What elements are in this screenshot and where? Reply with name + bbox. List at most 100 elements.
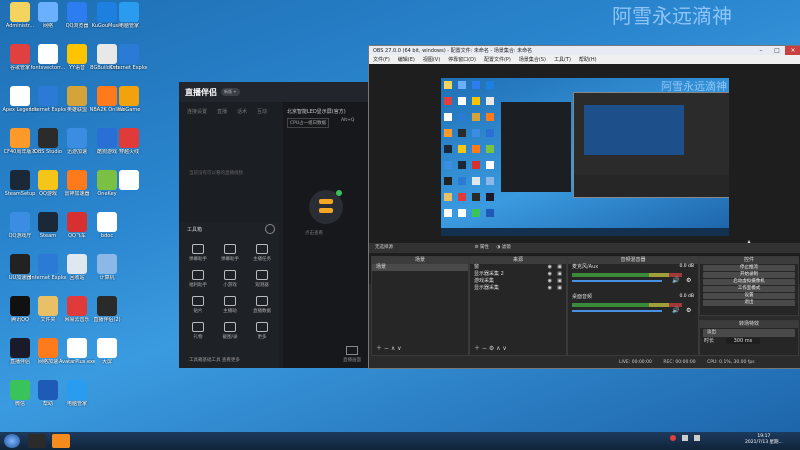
control-button[interactable]: 退出 <box>703 300 795 306</box>
menu-item[interactable]: 视图(V) <box>423 56 440 63</box>
assist-version-badge[interactable]: 新版 + <box>221 88 240 96</box>
settings-icon[interactable] <box>265 224 275 234</box>
lock-icon[interactable]: ▣ <box>557 271 562 278</box>
captured-icon <box>444 193 452 201</box>
desktop-icon[interactable]: 大屏 <box>89 338 125 365</box>
control-button[interactable]: 设置 <box>703 293 795 299</box>
control-button[interactable]: 开始录制 <box>703 272 795 278</box>
assist-tab[interactable]: 话术 <box>237 108 247 115</box>
app-icon <box>38 128 58 148</box>
eye-icon[interactable]: ◉ <box>548 278 552 285</box>
toolbox-item[interactable]: 弹幕助手 <box>183 244 213 262</box>
menu-item[interactable]: 场景集合(S) <box>519 56 546 63</box>
eye-icon[interactable]: ◉ <box>548 264 552 271</box>
start-live-graphic[interactable] <box>309 190 343 224</box>
captured-icon <box>444 161 452 169</box>
duration-input[interactable]: 300 ms <box>725 338 761 344</box>
speaker-icon[interactable]: 🔊 <box>672 307 679 314</box>
eye-icon[interactable]: ◉ <box>548 271 552 278</box>
sources-dock: 来源 窗 ◉ ▣ 显示器采集 2 ◉ ▣ 游戏采集 ◉ ▣ 显示器采集 ◉ ▣ ＋ − ⚙ ∧ ∨ <box>469 256 567 356</box>
source-item[interactable]: 显示器采集 2 ◉ ▣ <box>470 271 566 278</box>
volume-slider[interactable] <box>572 310 662 312</box>
filters-button[interactable]: ◑ 滤镜 <box>496 245 510 250</box>
menu-item[interactable]: 编辑(E) <box>398 56 415 63</box>
menu-item[interactable]: 配置文件(P) <box>484 56 511 63</box>
start-button[interactable] <box>4 434 20 448</box>
toolbox-item[interactable]: 福利助手 <box>183 270 213 288</box>
assist-tab[interactable]: 互动 <box>257 108 267 115</box>
toolbox-item[interactable]: 小游戏 <box>215 270 245 288</box>
captured-icon <box>472 97 480 105</box>
assist-tab[interactable]: 直播 <box>217 108 227 115</box>
desktop-icon[interactable]: 直播伴侣(2) <box>89 296 125 323</box>
desktop-icon[interactable]: 穿越火线 <box>111 128 147 155</box>
desktop-icon[interactable]: Internet Explorer <box>111 44 147 71</box>
assist-pill[interactable]: CPU占一组日数据 <box>287 118 330 128</box>
toolbox-item[interactable]: 直播数据 <box>247 296 277 314</box>
clock[interactable]: 19:17 2021/7/13 星期... <box>745 434 783 445</box>
maximize-button[interactable]: □ <box>769 46 785 55</box>
volume-icon[interactable] <box>694 435 700 441</box>
desktop-icon[interactable]: bdoc <box>89 212 125 239</box>
toolbox-item[interactable]: 截图/录 <box>215 322 245 340</box>
scene-item[interactable]: 场景 <box>372 264 468 271</box>
toolbox-item[interactable]: 观测器 <box>247 270 277 288</box>
speaker-icon[interactable]: 🔊 <box>672 277 679 284</box>
eye-icon[interactable]: ◉ <box>548 285 552 292</box>
network-icon[interactable] <box>682 435 688 441</box>
toolbox-item[interactable]: 弹幕助手 <box>215 244 245 262</box>
taskbar-obs-icon[interactable] <box>28 434 46 448</box>
close-button[interactable]: × <box>785 46 800 55</box>
transition-select[interactable]: 淡出 <box>703 329 795 337</box>
toolbox-item[interactable]: 更多 <box>247 322 277 340</box>
desktop-icon[interactable] <box>111 170 147 191</box>
assist-tab[interactable]: 连接设置 <box>187 108 207 115</box>
lock-icon[interactable]: ▣ <box>557 264 562 271</box>
mixer-track: 麦克风/Aux 0.0 dB 🔊 ⚙ <box>568 264 698 294</box>
toolbox-item[interactable]: 礼物 <box>183 322 213 340</box>
control-button[interactable]: 工作室模式 <box>703 286 795 292</box>
toolbox-note[interactable]: 工具箱基础工具 查看更多 <box>189 357 240 363</box>
gear-icon[interactable]: ⚙ <box>686 277 691 284</box>
desktop-icon[interactable]: 电脑管家 <box>59 380 95 407</box>
lock-icon[interactable]: ▣ <box>557 278 562 285</box>
source-item[interactable]: 游戏采集 ◉ ▣ <box>470 278 566 285</box>
app-icon <box>97 212 117 232</box>
gear-icon[interactable]: ⚙ <box>686 307 691 314</box>
tray-icon[interactable] <box>670 435 676 441</box>
menu-item[interactable]: 停靠窗口(D) <box>448 56 476 63</box>
desktop-icon[interactable]: 计算机 <box>89 254 125 281</box>
captured-icon <box>472 161 480 169</box>
menu-item[interactable]: 工具(T) <box>554 56 571 63</box>
toolbox-item[interactable]: 主播任务 <box>247 244 277 262</box>
scenes-dock: 场景 场景 ＋ − ∧ ∨ <box>371 256 469 356</box>
menu-item[interactable]: 文件(F) <box>373 56 390 63</box>
scenes-controls[interactable]: ＋ − ∧ ∨ <box>376 343 402 352</box>
taskbar-assist-icon[interactable] <box>52 434 70 448</box>
captured-icon <box>444 145 452 153</box>
controls-dock: 控件 停止推流 开始录制 启动虚拟摄像机 工作室模式 设置 退出 <box>699 256 799 316</box>
app-icon <box>67 128 87 148</box>
menu-item[interactable]: 帮助(H) <box>579 56 597 63</box>
desktop-icon-label: WeGame <box>117 107 141 113</box>
minimize-button[interactable]: – <box>753 46 769 55</box>
toolbox-item[interactable]: 主播助 <box>215 296 245 314</box>
properties-button[interactable]: ⚙ 属性 <box>474 245 488 250</box>
sources-controls[interactable]: ＋ − ⚙ ∧ ∨ <box>474 343 507 352</box>
source-item[interactable]: 窗 ◉ ▣ <box>470 264 566 271</box>
toolbox-item[interactable]: 贴片 <box>183 296 213 314</box>
desktop-icon[interactable]: WeGame <box>111 86 147 113</box>
captured-icon <box>472 209 480 217</box>
lock-icon[interactable]: ▣ <box>557 285 562 292</box>
control-button[interactable]: 启动虚拟摄像机 <box>703 279 795 285</box>
source-item[interactable]: 显示器采集 ◉ ▣ <box>470 285 566 292</box>
assist-pane-caption[interactable]: 直播画面 <box>343 346 361 363</box>
system-tray[interactable] <box>670 435 730 445</box>
desktop-icon[interactable]: 电脑管家 <box>111 2 147 29</box>
duration-label: 时长 <box>704 338 715 344</box>
control-button[interactable]: 停止推流 <box>703 265 795 271</box>
captured-icon <box>486 145 494 153</box>
captured-icon <box>444 81 452 89</box>
desktop-icon-label: 直播伴侣(2) <box>93 317 121 323</box>
volume-slider[interactable] <box>572 280 662 282</box>
